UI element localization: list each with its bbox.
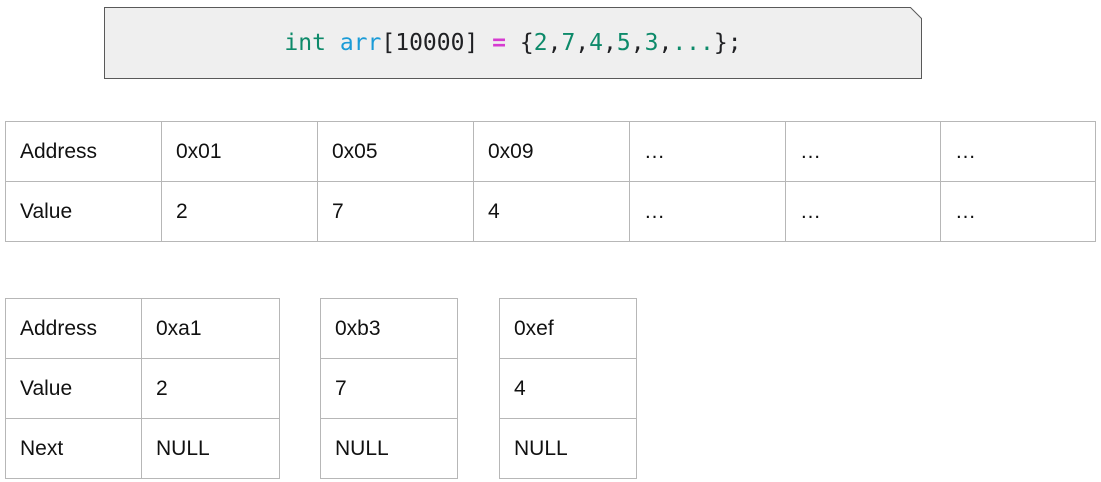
node-row-next: Next NULL bbox=[5, 418, 280, 479]
node-row-label: Next bbox=[5, 418, 142, 479]
code-text: { bbox=[506, 30, 534, 56]
array-row-address: Address 0x01 0x05 0x09 … … … bbox=[5, 121, 1096, 182]
array-cell: … bbox=[785, 181, 941, 242]
code-text: , bbox=[575, 30, 590, 56]
node-row-label: Address bbox=[5, 298, 142, 359]
code-text: , bbox=[547, 30, 562, 56]
array-cell: … bbox=[629, 181, 786, 242]
array-cell: … bbox=[940, 121, 1096, 182]
code-number: ... bbox=[672, 30, 714, 56]
node-row-next: NULL bbox=[320, 418, 458, 479]
code-line: int arr[10000] = {2,7,4,5,3,...}; bbox=[104, 7, 922, 79]
node-value: 2 bbox=[141, 358, 280, 419]
code-operator: = bbox=[492, 30, 507, 56]
array-cell: … bbox=[785, 121, 941, 182]
node-row-value: 4 bbox=[499, 358, 637, 419]
array-row-label: Value bbox=[5, 181, 162, 242]
node-address: 0xa1 bbox=[141, 298, 280, 359]
node-next: NULL bbox=[320, 418, 458, 479]
node-row-address: Address 0xa1 bbox=[5, 298, 280, 359]
node-address: 0xef bbox=[499, 298, 637, 359]
array-cell: 2 bbox=[161, 181, 318, 242]
linked-list-node: 0xef 4 NULL bbox=[499, 298, 637, 479]
node-next: NULL bbox=[499, 418, 637, 479]
array-memory-table: Address 0x01 0x05 0x09 … … … Value 2 7 4… bbox=[5, 121, 1096, 242]
node-next: NULL bbox=[141, 418, 280, 479]
array-cell: 0x09 bbox=[473, 121, 630, 182]
linked-list-node: Address 0xa1 Value 2 Next NULL bbox=[5, 298, 280, 479]
code-number: 4 bbox=[589, 30, 604, 56]
array-row-value: Value 2 7 4 … … … bbox=[5, 181, 1096, 242]
array-cell: … bbox=[940, 181, 1096, 242]
code-text: , bbox=[630, 30, 645, 56]
code-text: , bbox=[603, 30, 617, 56]
node-row-value: 7 bbox=[320, 358, 458, 419]
code-keyword: int bbox=[284, 30, 326, 56]
code-number: 7 bbox=[561, 30, 576, 56]
code-number: 2 bbox=[533, 30, 548, 56]
code-snippet-box: int arr[10000] = {2,7,4,5,3,...}; bbox=[104, 7, 922, 79]
node-value: 7 bbox=[320, 358, 458, 419]
linked-list-node: 0xb3 7 NULL bbox=[320, 298, 458, 479]
array-row-label: Address bbox=[5, 121, 162, 182]
array-cell: … bbox=[629, 121, 786, 182]
code-number: 3 bbox=[644, 30, 659, 56]
code-text: [10000] bbox=[381, 30, 493, 56]
array-cell: 4 bbox=[473, 181, 630, 242]
node-row-address: 0xef bbox=[499, 298, 637, 359]
node-value: 4 bbox=[499, 358, 637, 419]
array-cell: 0x05 bbox=[317, 121, 474, 182]
node-row-label: Value bbox=[5, 358, 142, 419]
code-number: 5 bbox=[616, 30, 631, 56]
array-cell: 0x01 bbox=[161, 121, 318, 182]
node-row-next: NULL bbox=[499, 418, 637, 479]
code-text: , bbox=[658, 30, 673, 56]
array-cell: 7 bbox=[317, 181, 474, 242]
node-row-address: 0xb3 bbox=[320, 298, 458, 359]
node-address: 0xb3 bbox=[320, 298, 458, 359]
node-row-value: Value 2 bbox=[5, 358, 280, 419]
code-variable: arr bbox=[339, 30, 382, 56]
code-text: }; bbox=[713, 30, 742, 56]
